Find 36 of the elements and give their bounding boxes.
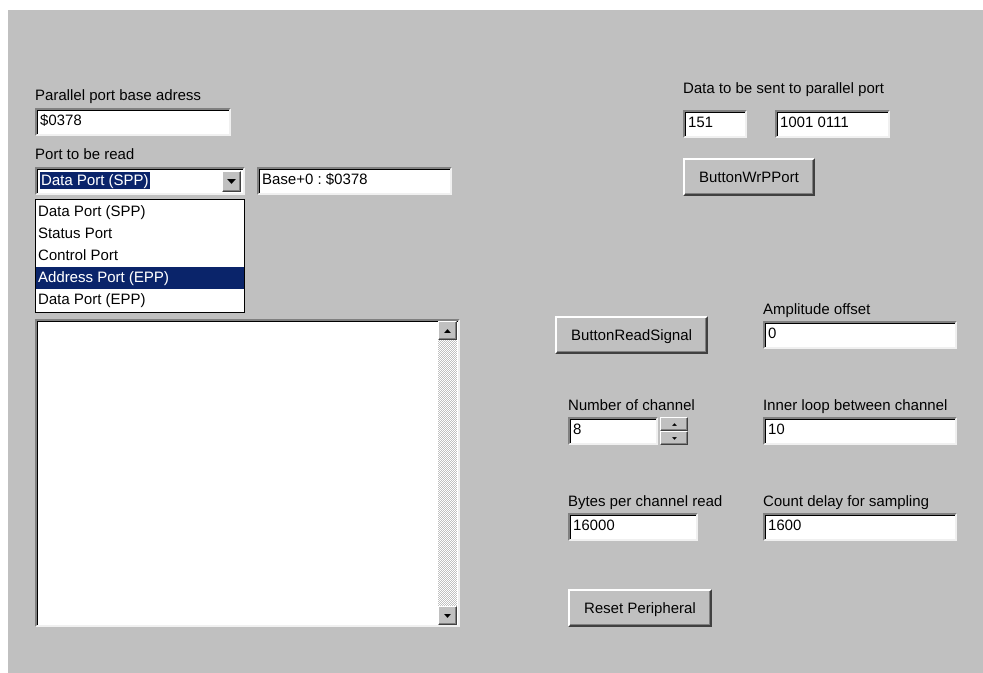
field-label: Amplitude offset — [763, 301, 870, 319]
number-field[interactable]: 8 — [568, 417, 658, 445]
field-label: Count delay for sampling — [763, 493, 929, 511]
scroll-up-button[interactable] — [438, 321, 457, 340]
decimal-field[interactable]: 151 — [683, 110, 747, 138]
input-field[interactable]: $0378 — [35, 108, 231, 136]
up-arrow-icon — [444, 328, 451, 332]
binary-field[interactable]: 1001 0111 — [775, 110, 890, 138]
dropdown-option[interactable]: Data Port (SPP) — [36, 201, 244, 223]
write-port-button[interactable]: ButtonWrPPort — [683, 158, 815, 196]
field-label: Parallel port base adress — [35, 87, 201, 105]
dropdown-arrow-icon — [227, 178, 236, 184]
input-field[interactable]: 1600 — [763, 513, 957, 541]
up-arrow-icon — [672, 422, 676, 426]
down-arrow-icon — [444, 614, 451, 618]
down-arrow-icon — [672, 436, 676, 440]
input-field[interactable]: 10 — [763, 417, 957, 445]
input-field[interactable]: 16000 — [568, 513, 698, 541]
field-label: Data to be sent to parallel port — [683, 80, 884, 98]
input-field[interactable]: 0 — [763, 321, 957, 349]
action-button[interactable]: Reset Peripheral — [568, 589, 712, 627]
spin-up-button[interactable] — [660, 417, 688, 431]
dropdown-option[interactable]: Address Port (EPP) — [36, 267, 244, 289]
scrollbar[interactable] — [438, 321, 457, 625]
field-label: Inner loop between channel — [763, 397, 948, 415]
dropdown-option[interactable]: Data Port (EPP) — [36, 289, 244, 311]
field-label: Port to be read — [35, 146, 134, 164]
port-dropdown[interactable]: Data Port (SPP) — [35, 167, 245, 195]
spin-down-button[interactable] — [660, 431, 688, 445]
field-label: Number of channel — [568, 397, 695, 415]
scroll-down-button[interactable] — [438, 606, 457, 625]
action-button[interactable]: ButtonReadSignal — [555, 316, 708, 354]
field-label: Bytes per channel read — [568, 493, 722, 511]
dropdown-option[interactable]: Control Port — [36, 245, 244, 267]
address-field[interactable]: Base+0 : $0378 — [257, 167, 452, 195]
dropdown-option[interactable]: Status Port — [36, 223, 244, 245]
